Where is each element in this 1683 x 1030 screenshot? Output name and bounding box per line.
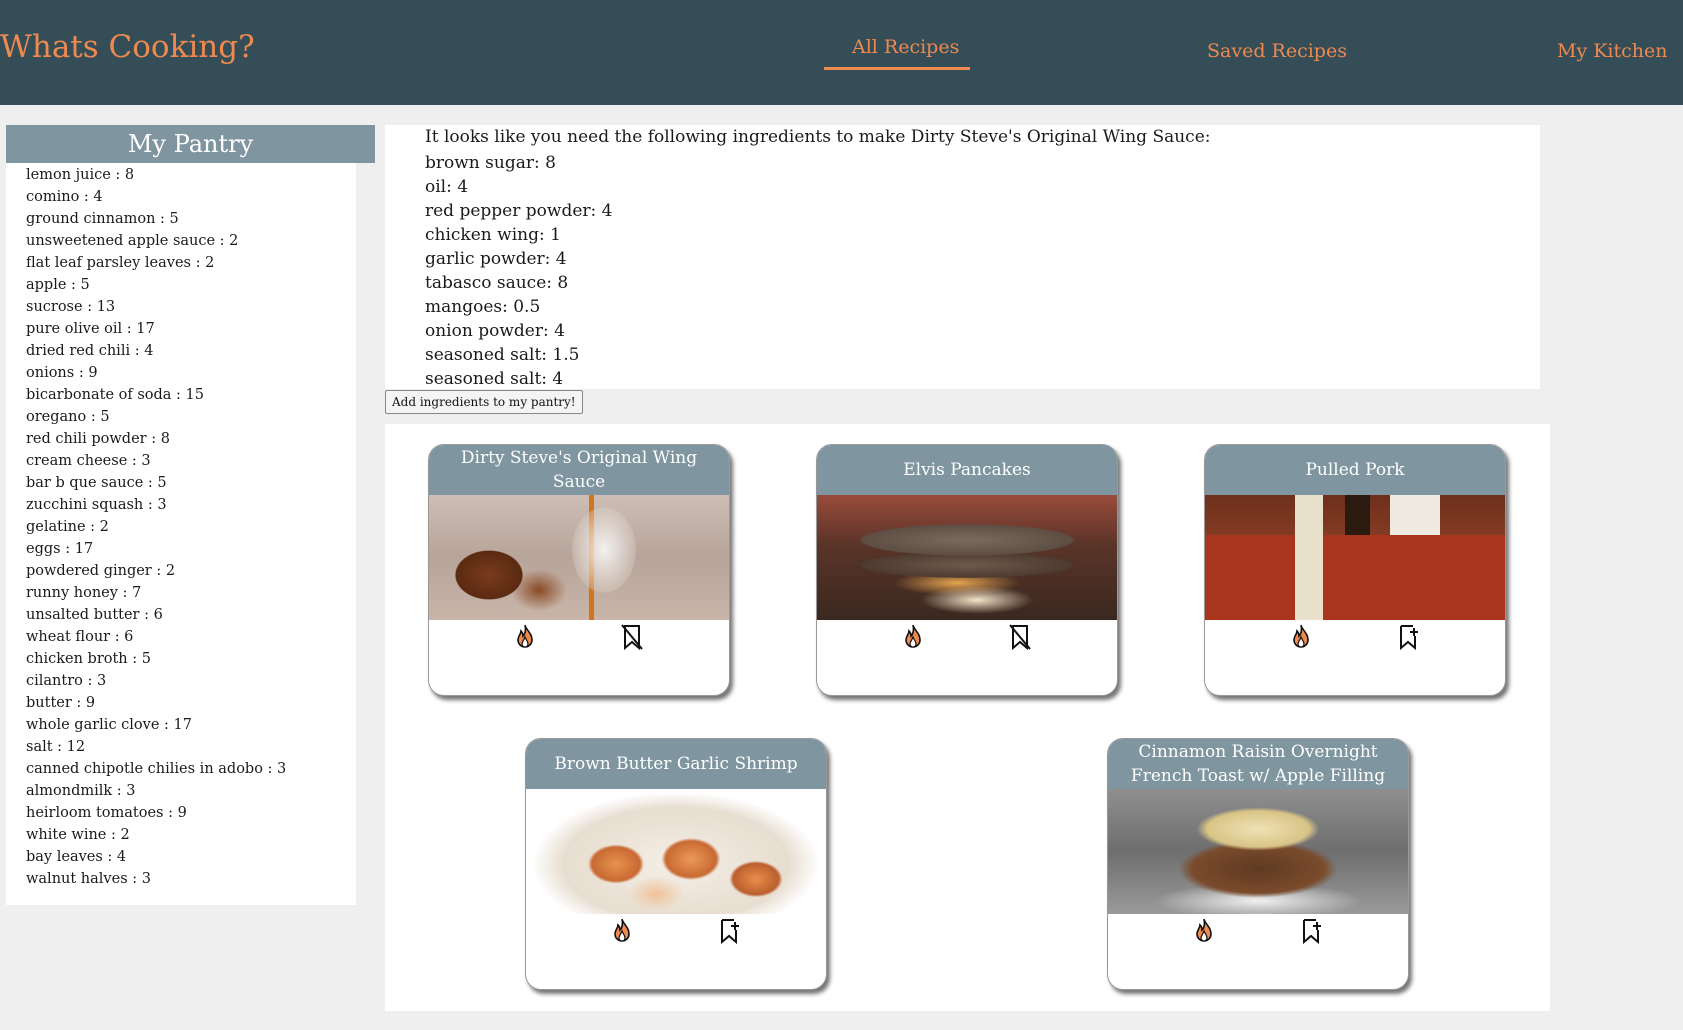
pantry-item: apple : 5 (26, 277, 90, 293)
missing-ingredient: garlic powder: 4 (425, 249, 567, 269)
pantry-item: bay leaves : 4 (26, 849, 127, 865)
pantry-item: salt : 12 (26, 739, 86, 755)
pantry-item: heirloom tomatoes : 9 (26, 805, 187, 821)
bookmark-add-icon[interactable] (1395, 623, 1421, 651)
missing-ingredient: onion powder: 4 (425, 321, 565, 341)
pantry-item: chicken broth : 5 (26, 651, 151, 667)
pantry-item: red chili powder : 8 (26, 431, 170, 447)
pantry-item: canned chipotle chilies in adobo : 3 (26, 761, 287, 777)
recipe-title: Elvis Pancakes (817, 445, 1117, 495)
top-nav-bar: Whats Cooking? All Recipes Saved Recipes… (0, 0, 1683, 105)
fire-icon[interactable] (1288, 623, 1314, 651)
recipe-title: Dirty Steve's Original Wing Sauce (429, 445, 729, 495)
pantry-item: almondmilk : 3 (26, 783, 136, 799)
pantry-item: onions : 9 (26, 365, 98, 381)
missing-ingredient: oil: 4 (425, 177, 469, 197)
recipe-actions (526, 917, 826, 947)
recipe-card[interactable]: Brown Butter Garlic Shrimp (525, 738, 827, 990)
pantry-item: oregano : 5 (26, 409, 110, 425)
pantry-item: ground cinnamon : 5 (26, 211, 179, 227)
pantry-item: cream cheese : 3 (26, 453, 151, 469)
missing-ingredient: chicken wing: 1 (425, 225, 561, 245)
fire-icon[interactable] (609, 917, 635, 945)
bookmark-add-icon[interactable] (1298, 917, 1324, 945)
recipe-card[interactable]: Elvis Pancakes (816, 444, 1118, 696)
recipe-image (817, 495, 1117, 620)
active-tab-underline (824, 67, 970, 70)
missing-ingredients-intro: It looks like you need the following ing… (425, 127, 1211, 147)
app-title[interactable]: Whats Cooking? (0, 29, 255, 65)
recipe-image (526, 789, 826, 914)
pantry-item: flat leaf parsley leaves : 2 (26, 255, 215, 271)
fire-icon[interactable] (512, 623, 538, 651)
pantry-panel: My Pantry lemon juice : 8 comino : 4 groun… (6, 125, 375, 905)
pantry-item: dried red chili : 4 (26, 343, 154, 359)
pantry-item: walnut halves : 3 (26, 871, 151, 887)
pantry-item: butter : 9 (26, 695, 96, 711)
recipe-actions (817, 623, 1117, 653)
recipe-image (429, 495, 729, 620)
missing-ingredient: tabasco sauce: 8 (425, 273, 569, 293)
pantry-item: pure olive oil : 17 (26, 321, 155, 337)
add-to-pantry-button[interactable]: Add ingredients to my pantry! (385, 390, 583, 414)
pantry-item: sucrose : 13 (26, 299, 116, 315)
recipe-title: Brown Butter Garlic Shrimp (526, 739, 826, 789)
recipe-title: Pulled Pork (1205, 445, 1505, 495)
recipe-card[interactable]: Dirty Steve's Original Wing Sauce (428, 444, 730, 696)
missing-ingredients-panel: It looks like you need the following ing… (385, 125, 1540, 389)
pantry-item: comino : 4 (26, 189, 103, 205)
recipe-actions (1108, 917, 1408, 947)
missing-ingredient: mangoes: 0.5 (425, 297, 541, 317)
fire-icon[interactable] (1191, 917, 1217, 945)
recipe-actions (429, 623, 729, 653)
missing-ingredients-list: brown sugar: 8 oil: 4 red pepper powder: 4… (425, 151, 612, 391)
pantry-item: unsweetened apple sauce : 2 (26, 233, 239, 249)
recipe-image (1108, 789, 1408, 914)
nav-all-recipes[interactable]: All Recipes (852, 36, 959, 58)
pantry-list: lemon juice : 8 comino : 4 ground cinnamon… (26, 164, 286, 890)
pantry-item: zucchini squash : 3 (26, 497, 167, 513)
recipe-grid: Dirty Steve's Original Wing Sauce Elvis … (385, 424, 1550, 1011)
pantry-item: unsalted butter : 6 (26, 607, 163, 623)
pantry-title: My Pantry (6, 125, 375, 163)
bookmark-remove-icon[interactable] (619, 623, 645, 651)
fire-icon[interactable] (900, 623, 926, 651)
missing-ingredient: seasoned salt: 1.5 (425, 345, 580, 365)
pantry-item: whole garlic clove : 17 (26, 717, 192, 733)
pantry-item: bar b que sauce : 5 (26, 475, 167, 491)
recipe-card[interactable]: Pulled Pork (1204, 444, 1506, 696)
pantry-item: lemon juice : 8 (26, 167, 135, 183)
recipe-image (1205, 495, 1505, 620)
pantry-item: bicarbonate of soda : 15 (26, 387, 204, 403)
pantry-item: powdered ginger : 2 (26, 563, 176, 579)
pantry-item: runny honey : 7 (26, 585, 142, 601)
nav-saved-recipes[interactable]: Saved Recipes (1207, 40, 1347, 62)
pantry-item: white wine : 2 (26, 827, 130, 843)
pantry-item: wheat flour : 6 (26, 629, 134, 645)
pantry-item: eggs : 17 (26, 541, 94, 557)
recipe-card[interactable]: Cinnamon Raisin Overnight French Toast w… (1107, 738, 1409, 990)
missing-ingredient: brown sugar: 8 (425, 153, 556, 173)
bookmark-add-icon[interactable] (716, 917, 742, 945)
recipe-actions (1205, 623, 1505, 653)
pantry-item: gelatine : 2 (26, 519, 109, 535)
bookmark-remove-icon[interactable] (1007, 623, 1033, 651)
missing-ingredient: red pepper powder: 4 (425, 201, 613, 221)
recipe-title: Cinnamon Raisin Overnight French Toast w… (1108, 739, 1408, 789)
pantry-item: cilantro : 3 (26, 673, 107, 689)
nav-my-kitchen[interactable]: My Kitchen (1557, 40, 1668, 62)
missing-ingredient: seasoned salt: 4 (425, 369, 564, 389)
